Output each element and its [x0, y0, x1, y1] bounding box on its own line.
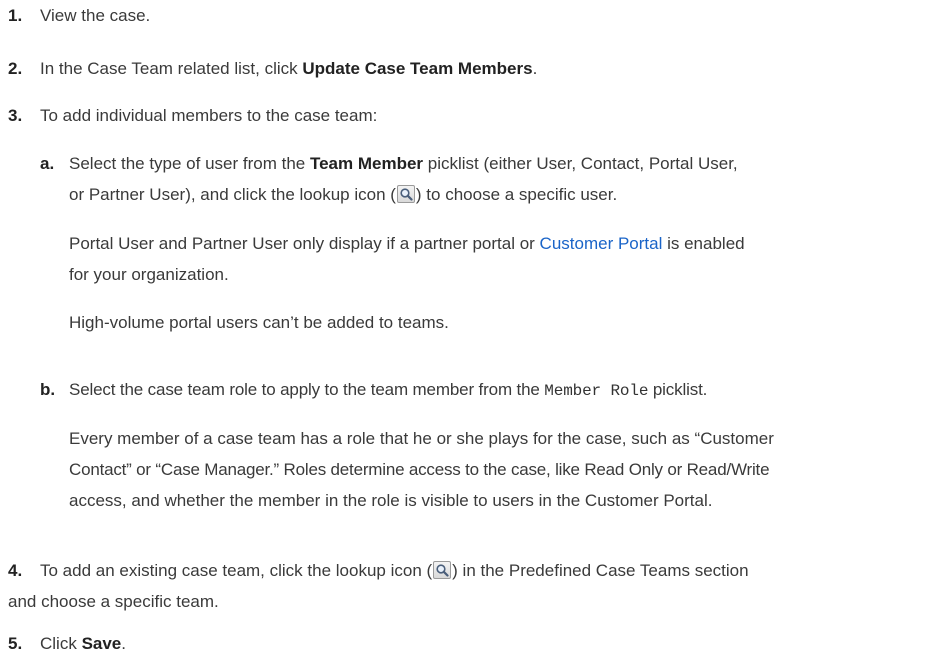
- magnifier-lookup-icon: [396, 185, 415, 203]
- paragraph-text: Every member of a case team has a role t…: [69, 429, 774, 448]
- step-number: 2.: [8, 59, 23, 78]
- step-text-part: To add an existing case team, click the …: [40, 561, 433, 580]
- step-text: and choose a specific team.: [8, 592, 219, 611]
- team-member-label: Team Member: [309, 154, 424, 173]
- save-label: Save: [81, 634, 122, 653]
- step-number: 5.: [8, 634, 23, 653]
- customer-portal-link[interactable]: Customer Portal: [540, 234, 663, 253]
- note-text: Portal User and Partner User only displa…: [69, 230, 945, 258]
- instructions-document: 1. View the case. 2. In the Case Team re…: [0, 0, 951, 663]
- step-text: To add individual members to the case te…: [40, 106, 378, 125]
- substep-text-part: Select the type of user from the: [69, 154, 310, 173]
- step-number: 3.: [8, 106, 23, 125]
- step-text-part: .: [121, 634, 126, 653]
- member-role-field-name: Member Role: [544, 382, 649, 400]
- paragraph-text: access, and whether the member in the ro…: [69, 491, 713, 510]
- note-text-part: Portal User and Partner User only displa…: [69, 234, 540, 253]
- magnifier-lookup-icon: [433, 561, 452, 579]
- step-text: In the Case Team related list, click Upd…: [40, 55, 945, 83]
- step-text-part: .: [532, 59, 538, 78]
- step-text: Click Save.: [40, 630, 945, 658]
- paragraph-text: Contact” or “Case Manager.” Roles determ…: [69, 460, 770, 479]
- substep-letter: b.: [40, 380, 56, 399]
- substep-text-part: Select the case team role to apply to th…: [69, 380, 545, 399]
- substep-text-part: picklist (either User, Contact, Portal U…: [423, 154, 738, 173]
- step-text: To add an existing case team, click the …: [40, 557, 951, 585]
- step-text: View the case.: [40, 6, 151, 25]
- substep-text: Select the type of user from the Team Me…: [69, 150, 945, 178]
- note-text: High-volume portal users can’t be added …: [69, 313, 449, 332]
- note-text: for your organization.: [69, 265, 229, 284]
- substep-text: or Partner User), and click the lookup i…: [69, 181, 945, 209]
- update-case-team-members-label: Update Case Team Members: [302, 59, 533, 78]
- substep-text-part: ) to choose a specific user.: [415, 185, 618, 204]
- substep-letter: a.: [40, 154, 55, 173]
- note-text-part: is enabled: [662, 234, 745, 253]
- step-text-part: ) in the Predefined Case Teams section: [452, 561, 749, 580]
- substep-text-part: picklist.: [648, 380, 708, 399]
- substep-text: Select the case team role to apply to th…: [69, 376, 951, 405]
- step-number: 1.: [8, 6, 23, 25]
- substep-text-part: or Partner User), and click the lookup i…: [69, 185, 396, 204]
- step-number: 4.: [8, 561, 23, 580]
- step-text-part: Click: [40, 634, 82, 653]
- step-text-part: In the Case Team related list, click: [40, 59, 303, 78]
